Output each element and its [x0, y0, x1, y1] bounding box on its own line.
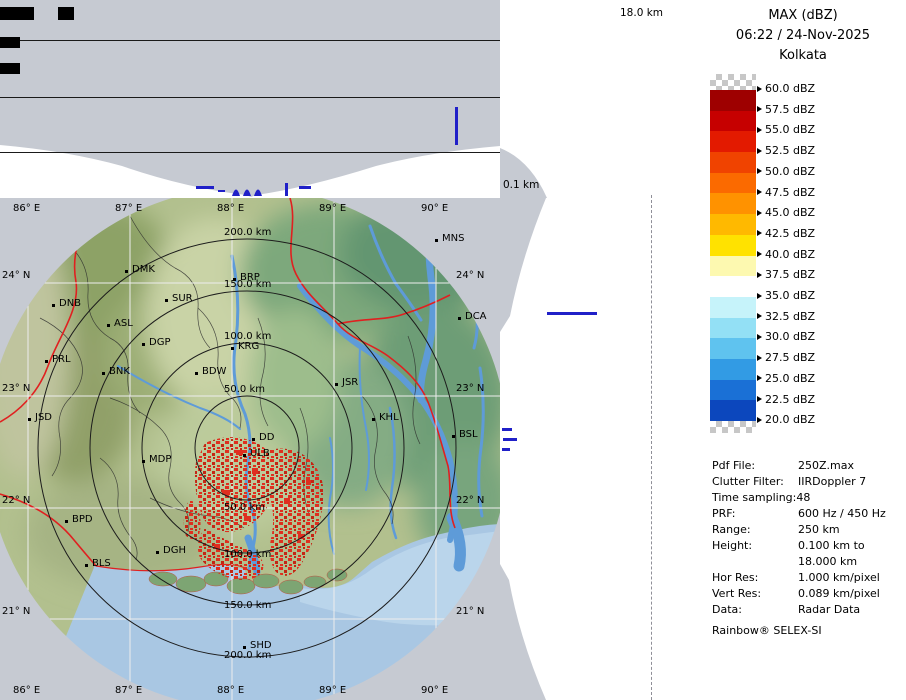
- level-arrow-icon: [757, 168, 762, 174]
- radar-site-name: Kolkata: [695, 46, 906, 66]
- legend-color-cell: [710, 152, 756, 173]
- legend-color-cell: [710, 235, 756, 256]
- legend-info-row: PRF:600 Hz / 450 Hz: [712, 506, 902, 522]
- legend-color-cells: [710, 90, 756, 421]
- legend-level-label: 32.5 dBZ: [757, 310, 815, 323]
- legend-level-label: 42.5 dBZ: [757, 227, 815, 240]
- height-scale-bottom-label: 0.1 km: [503, 179, 539, 191]
- level-arrow-icon: [757, 334, 762, 340]
- legend-level-label: 30.0 dBZ: [757, 330, 815, 343]
- legend-color-cell: [710, 338, 756, 359]
- legend-level-label: 27.5 dBZ: [757, 351, 815, 364]
- level-arrow-icon: [757, 355, 762, 361]
- radar-map: [0, 198, 500, 700]
- level-arrow-icon: [757, 313, 762, 319]
- legend-info-row: Hor Res:1.000 km/pixel: [712, 570, 902, 586]
- legend-color-cell: [710, 297, 756, 318]
- legend-level-label: 50.0 dBZ: [757, 165, 815, 178]
- legend-level-label: 57.5 dBZ: [757, 103, 815, 116]
- legend-info-row: Pdf File:250Z.max: [712, 458, 902, 474]
- legend-level-label: 37.5 dBZ: [757, 268, 815, 281]
- legend-level-label: 45.0 dBZ: [757, 206, 815, 219]
- legend-level-label: 60.0 dBZ: [757, 82, 815, 95]
- legend-info-row: 18.000 km: [712, 554, 902, 570]
- legend-color-cell: [710, 173, 756, 194]
- legend-level-label: 25.0 dBZ: [757, 372, 815, 385]
- legend-level-label: 40.0 dBZ: [757, 248, 815, 261]
- legend-level-label: 20.0 dBZ: [757, 413, 815, 426]
- legend-transparent-checker-bottom: [710, 421, 756, 433]
- legend-color-cell: [710, 380, 756, 401]
- legend-header: MAX (dBZ) 06:22 / 24-Nov-2025 Kolkata: [695, 6, 906, 66]
- product-datetime: 06:22 / 24-Nov-2025: [695, 26, 906, 46]
- level-arrow-icon: [757, 375, 762, 381]
- legend-level-label: 35.0 dBZ: [757, 289, 815, 302]
- level-arrow-icon: [757, 127, 762, 133]
- level-arrow-icon: [757, 293, 762, 299]
- level-arrow-icon: [757, 106, 762, 112]
- legend-color-cell: [710, 318, 756, 339]
- legend-color-cell: [710, 400, 756, 421]
- level-arrow-icon: [757, 189, 762, 195]
- panel-divider-dashed-line: [651, 195, 652, 700]
- level-arrow-icon: [757, 272, 762, 278]
- legend-info-row: Clutter Filter:IIRDoppler 7: [712, 474, 902, 490]
- radar-display-window: 18.0 km 0.1 km: [0, 0, 906, 700]
- legend-level-label: 47.5 dBZ: [757, 186, 815, 199]
- top-projection-panel: [0, 0, 650, 198]
- legend-level-label: 22.5 dBZ: [757, 393, 815, 406]
- legend-info-row: Time sampling:48: [712, 490, 902, 506]
- legend-color-cell: [710, 193, 756, 214]
- side-panel-bg: [500, 198, 650, 700]
- legend-level-label: 55.0 dBZ: [757, 123, 815, 136]
- level-arrow-icon: [757, 396, 762, 402]
- legend-color-cell: [710, 131, 756, 152]
- height-scale-top-label: 18.0 km: [620, 7, 663, 19]
- side-projection-panel: [500, 198, 650, 700]
- legend-level-label: 52.5 dBZ: [757, 144, 815, 157]
- legend-color-bar: [710, 74, 756, 433]
- level-arrow-icon: [757, 210, 762, 216]
- legend-color-cell: [710, 359, 756, 380]
- legend-color-cell: [710, 256, 756, 277]
- legend-info-row: Data:Radar Data: [712, 602, 902, 618]
- legend-info-row: Vert Res:0.089 km/pixel: [712, 586, 902, 602]
- level-arrow-icon: [757, 148, 762, 154]
- level-arrow-icon: [757, 417, 762, 423]
- legend-info-row: Range:250 km: [712, 522, 902, 538]
- legend-info-block: Pdf File:250Z.maxClutter Filter:IIRDoppl…: [712, 458, 902, 618]
- legend-color-cell: [710, 214, 756, 235]
- legend-info-row: Height:0.100 km to: [712, 538, 902, 554]
- level-arrow-icon: [757, 251, 762, 257]
- legend-transparent-checker-top: [710, 74, 756, 90]
- product-title: MAX (dBZ): [695, 6, 906, 26]
- legend-color-cell: [710, 111, 756, 132]
- software-brand-label: Rainbow® SELEX-SI: [712, 624, 822, 637]
- legend-color-cell: [710, 90, 756, 111]
- level-arrow-icon: [757, 230, 762, 236]
- level-arrow-icon: [757, 86, 762, 92]
- legend-color-cell: [710, 276, 756, 297]
- radar-echoes: [184, 437, 324, 580]
